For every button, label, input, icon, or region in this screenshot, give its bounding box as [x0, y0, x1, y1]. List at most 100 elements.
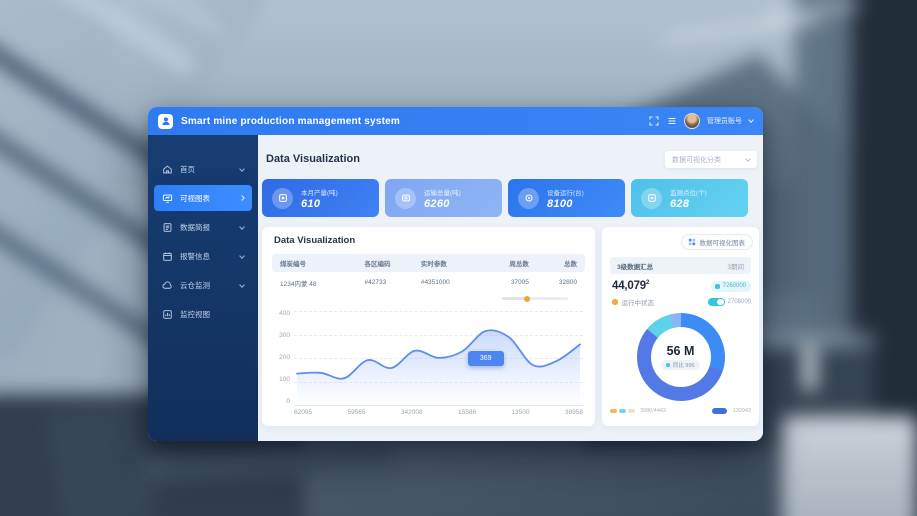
document-icon — [162, 222, 173, 233]
summary-status-row: 运行中状态 2708000 — [612, 297, 751, 307]
main-content: Data Visualization 数据可视化分类 本月产量(吨) 610 — [258, 135, 763, 441]
app-header: Smart mine production management system … — [148, 107, 763, 135]
donut-center: 56 M 同比 996 — [651, 327, 711, 387]
table-cell: 32800 — [535, 279, 585, 286]
x-tick: 59565 — [347, 409, 365, 416]
page-title: Data Visualization — [266, 153, 360, 165]
table-header-row: 煤炭编号 各区编码 实时参数 周总数 总数 — [272, 254, 585, 272]
stat-card-gear-icon — [518, 188, 539, 209]
cyan-badge: 7260000 — [711, 281, 751, 292]
sidebar-item-monitor-view[interactable]: 监控视图 — [154, 301, 252, 327]
scrollbar-handle[interactable] — [524, 296, 530, 302]
user-menu-chevron-icon[interactable] — [748, 117, 754, 123]
summary-total-value: 44,0792 — [612, 280, 649, 292]
sidebar-item-data-brief[interactable]: 数据简报 — [154, 214, 252, 240]
donut-center-value: 56 M — [667, 344, 695, 358]
cyan-badge-value: 7260000 — [723, 283, 746, 289]
app-title: Smart mine production management system — [181, 116, 400, 127]
legend-swatch-peach — [628, 409, 635, 414]
stat-card-camera-icon — [641, 188, 662, 209]
screen: Smart mine production management system … — [0, 0, 917, 516]
filter-dropdown-value: 数据可视化分类 — [672, 155, 746, 165]
cyan-dot-icon — [715, 284, 720, 289]
sidebar-item-cloud-monitor[interactable]: 云仓监测 — [154, 272, 252, 298]
y-tick: 400 — [279, 311, 290, 317]
y-tick: 100 — [279, 377, 290, 383]
table-scrollbar[interactable] — [502, 297, 568, 300]
detail-chart-button-label: 数据可视化图表 — [700, 237, 746, 247]
stat-card-sensors[interactable]: 监测点位(个) 628 — [631, 179, 748, 217]
filter-dropdown[interactable]: 数据可视化分类 — [665, 151, 757, 168]
sidebar-item-alarm-info[interactable]: 报警信息 — [154, 243, 252, 269]
dashboard-window: Smart mine production management system … — [148, 107, 763, 441]
detail-chart-button[interactable]: 数据可视化图表 — [681, 234, 754, 250]
legend-swatch-cyan — [619, 409, 626, 414]
x-tick: 13500 — [511, 409, 529, 416]
sidebar-item-label: 报警信息 — [180, 251, 210, 262]
x-axis-labels: 62095 59565 342008 15586 13500 38958 — [294, 409, 583, 416]
sidebar-item-visual-charts[interactable]: 可视图表 — [154, 185, 252, 211]
fullscreen-icon[interactable] — [648, 116, 659, 127]
x-tick: 15586 — [458, 409, 476, 416]
table-cell: 37005 — [482, 279, 535, 286]
cloud-icon — [162, 280, 173, 291]
table-cell: #42733 — [357, 279, 413, 286]
y-tick: 0 — [286, 399, 290, 405]
summary-subheader: 3级数据汇总 3期间 — [610, 257, 751, 274]
trend-line-svg — [294, 311, 583, 405]
toggle-knob — [717, 299, 724, 306]
grid-chart-icon — [688, 238, 696, 246]
status-toggle[interactable] — [708, 298, 725, 307]
legend-value: 130943 — [733, 408, 751, 414]
table-row[interactable]: 1234内蒙 48 #42733 #4351000 37005 32800 — [272, 273, 585, 292]
status-label: 运行中状态 — [622, 297, 655, 307]
y-tick: 200 — [279, 355, 290, 361]
table-header-cell: 总数 — [535, 258, 585, 268]
legend-note: 3080/4442 — [640, 408, 666, 414]
chevron-down-icon — [239, 166, 245, 172]
status-item: 运行中状态 — [612, 297, 654, 307]
stat-card-equipment[interactable]: 设备运行(台) 8100 — [508, 179, 625, 217]
chevron-up-icon — [239, 195, 245, 201]
menu-list-icon[interactable] — [666, 116, 677, 127]
sidebar-item-home[interactable]: 首页 — [154, 156, 252, 182]
chart-monitor-icon — [162, 193, 173, 204]
calendar-icon — [162, 251, 173, 262]
stat-card-label: 监测点位(个) — [670, 187, 707, 197]
table-header-cell: 周总数 — [482, 258, 535, 268]
chart-box-icon — [162, 309, 173, 320]
table-cell: #4351000 — [413, 279, 482, 286]
sidebar-item-label: 云仓监测 — [180, 280, 210, 291]
header-actions: 管理员账号 — [648, 113, 753, 129]
home-icon — [162, 164, 173, 175]
summary-total-sup: 2 — [646, 280, 649, 286]
stat-card-cube-icon — [272, 188, 293, 209]
sidebar-item-label: 首页 — [180, 164, 195, 175]
donut-center-sub: 同比 996 — [673, 361, 695, 369]
summary-panel: 数据可视化图表 3级数据汇总 3期间 44,0792 7260000 运行中状态 — [602, 227, 759, 426]
stat-card-production[interactable]: 本月产量(吨) 610 — [262, 179, 379, 217]
chart-tooltip: 369 — [468, 351, 504, 366]
legend-group-right: 130943 — [712, 408, 751, 414]
user-name[interactable]: 管理员账号 — [707, 116, 742, 126]
stat-card-value: 6260 — [424, 198, 461, 210]
user-avatar[interactable] — [684, 113, 700, 129]
legend-group-left: 3080/4442 — [610, 408, 666, 414]
sidebar-item-label: 数据简报 — [180, 222, 210, 233]
stat-card-transport[interactable]: 运输总量(吨) 6260 — [385, 179, 502, 217]
table-cell: 1234内蒙 48 — [272, 278, 357, 288]
teal-dot-icon — [666, 363, 670, 367]
table-header-cell: 实时参数 — [413, 258, 482, 268]
trend-chart-plot: 369 — [294, 311, 583, 405]
legend-swatch-blue — [712, 408, 727, 414]
panel-title: Data Visualization — [274, 235, 355, 246]
sidebar-nav: 首页 可视图表 数据简报 报警信息 云仓监测 — [148, 135, 258, 441]
y-tick: 300 — [279, 333, 290, 339]
table-header-cell: 煤炭编号 — [272, 258, 357, 268]
chevron-down-icon — [745, 156, 751, 162]
trend-chart: 400 300 200 100 0 — [272, 311, 583, 419]
chevron-down-icon — [239, 253, 245, 259]
status-toggle-group: 2708000 — [708, 298, 751, 307]
orange-dot-icon — [612, 299, 618, 305]
summary-subheader-period: 3期间 — [727, 261, 744, 271]
